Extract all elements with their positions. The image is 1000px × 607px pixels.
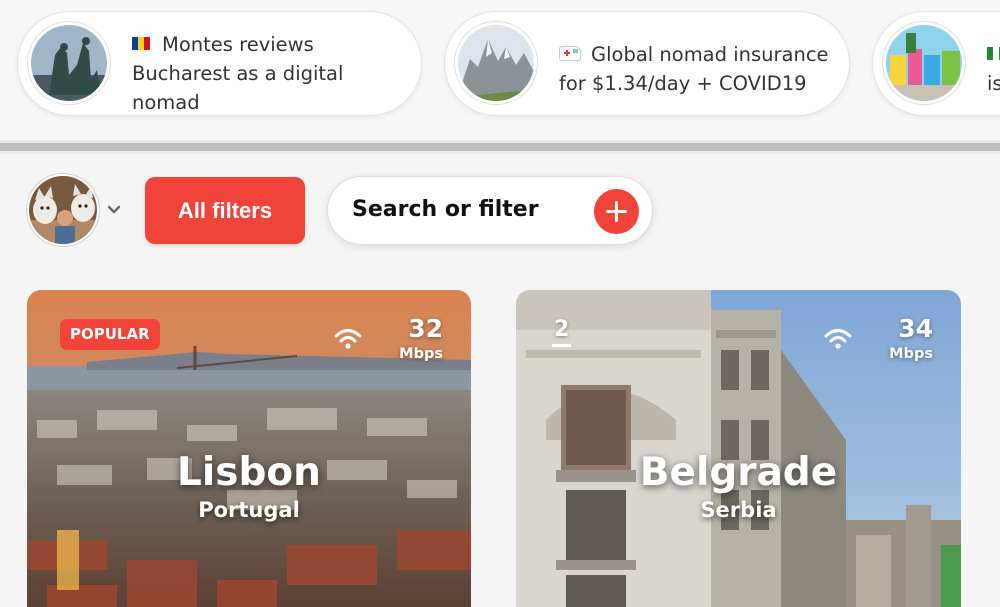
speed-value: 34 [898,314,933,343]
green-flag-icon [987,47,1000,60]
plus-icon[interactable] [594,189,639,234]
story-strip: Montes reviews Bucharest as a digital no… [0,0,1000,138]
story-title-line: is [987,72,1000,95]
city-name: Belgrade [639,450,838,495]
story-title: Global nomad insurance [591,43,829,66]
all-filters-button[interactable]: All filters [145,177,305,244]
ambulance-icon [559,46,581,61]
wifi-icon [824,329,852,349]
rank-number: 2 [552,317,572,347]
speed-unit: Mbps [889,346,933,362]
story-thumbnail-sign [883,22,965,104]
story-insurance[interactable]: Global nomad insurance for $1.34/day + C… [444,11,850,116]
country-name: Portugal [198,498,300,522]
story-title-line: Bucharest as a digital [132,62,344,85]
city-card-lisbon[interactable]: POPULAR 32 Mbps Lisbon Portugal [27,290,471,607]
story-title-line: nomad [132,91,200,114]
user-avatar[interactable] [27,174,99,246]
story-thumbnail-bucharest [28,22,110,104]
internet-speed: 32 Mbps [333,314,443,364]
search-label: Search or filter [352,197,539,222]
section-divider [0,140,1000,154]
chevron-down-icon[interactable] [106,204,122,216]
story-bucharest[interactable]: Montes reviews Bucharest as a digital no… [17,11,422,116]
romania-flag-icon [132,37,150,50]
popular-badge: POPULAR [60,319,160,350]
search-filter-field[interactable]: Search or filter [327,176,653,245]
story-third[interactable]: is [872,11,1000,116]
city-card-belgrade[interactable]: 2 34 Mbps Belgrade Serbia [516,290,961,607]
speed-value: 32 [408,314,443,343]
story-title: Montes reviews [162,33,314,56]
story-thumbnail-mountains [455,22,537,104]
story-title-line: for $1.34/day + COVID19 [559,72,807,95]
wifi-icon [334,329,362,349]
speed-unit: Mbps [399,346,443,362]
city-name: Lisbon [177,450,321,495]
internet-speed: 34 Mbps [823,314,933,364]
country-name: Serbia [700,498,777,522]
